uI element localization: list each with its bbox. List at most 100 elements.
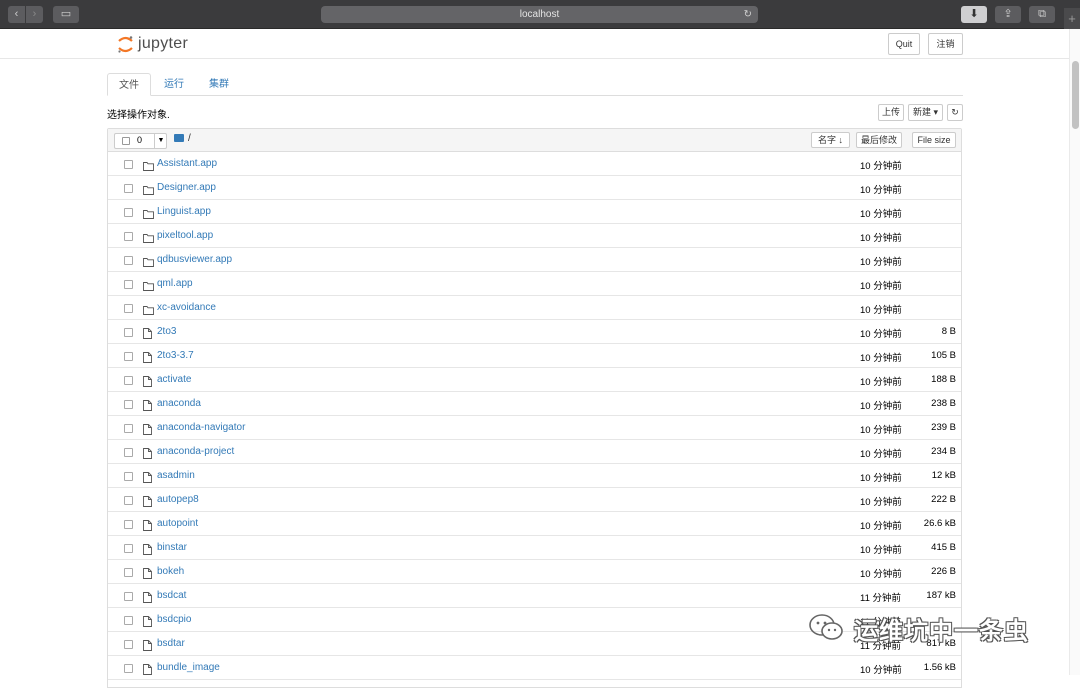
row-checkbox[interactable] xyxy=(124,544,133,553)
forward-icon[interactable]: › xyxy=(26,6,43,23)
scrollbar-thumb[interactable] xyxy=(1072,61,1079,129)
file-name-link[interactable]: bsdcpio xyxy=(157,614,191,625)
logout-button[interactable]: 注销 xyxy=(928,33,963,55)
row-checkbox[interactable] xyxy=(124,520,133,529)
tab-running[interactable]: 运行 xyxy=(157,73,191,96)
file-row[interactable]: autopep8 10 分钟前 222 B xyxy=(108,488,961,512)
row-checkbox[interactable] xyxy=(124,280,133,289)
file-row[interactable]: binstar 10 分钟前 415 B xyxy=(108,536,961,560)
new-tab-icon[interactable]: + xyxy=(1064,8,1080,29)
file-row[interactable]: 2to3-3.7 10 分钟前 105 B xyxy=(108,344,961,368)
sort-by-modified-button[interactable]: 最后修改 xyxy=(856,132,902,148)
file-name-link[interactable]: autopoint xyxy=(157,518,198,529)
file-row[interactable]: asadmin 10 分钟前 12 kB xyxy=(108,464,961,488)
file-name-link[interactable]: 2to3 xyxy=(157,326,176,337)
row-checkbox[interactable] xyxy=(124,352,133,361)
file-name-link[interactable]: bsdtar xyxy=(157,638,185,649)
file-row[interactable]: activate 10 分钟前 188 B xyxy=(108,368,961,392)
row-checkbox[interactable] xyxy=(124,208,133,217)
file-row[interactable]: Assistant.app 10 分钟前 xyxy=(108,152,961,176)
row-checkbox[interactable] xyxy=(124,328,133,337)
reload-icon[interactable]: ↻ xyxy=(744,6,752,23)
file-row[interactable]: qml.app 10 分钟前 xyxy=(108,272,961,296)
folder-icon[interactable] xyxy=(174,134,184,142)
file-name-link[interactable]: Designer.app xyxy=(157,182,216,193)
file-name-link[interactable]: bundle_image xyxy=(157,662,220,673)
file-name-link[interactable]: Assistant.app xyxy=(157,158,217,169)
file-list-header: 0 ▼ / 名字 ↓ 最后修改 File size xyxy=(108,129,961,152)
new-dropdown-button[interactable]: 新建 ▾ xyxy=(908,104,943,121)
file-name-link[interactable]: binstar xyxy=(157,542,187,553)
quit-button[interactable]: Quit xyxy=(888,33,920,55)
file-name-link[interactable]: anaconda-project xyxy=(157,446,234,457)
file-icon xyxy=(143,638,152,656)
tab-clusters[interactable]: 集群 xyxy=(202,73,236,96)
file-row[interactable]: bundle_image 10 分钟前 1.56 kB xyxy=(108,656,961,680)
file-row[interactable]: Linguist.app 10 分钟前 xyxy=(108,200,961,224)
chevron-down-icon[interactable]: ▼ xyxy=(154,134,167,148)
vertical-scrollbar[interactable] xyxy=(1069,29,1080,675)
file-modified: 11 分钟前 xyxy=(860,593,902,604)
file-size: 415 B xyxy=(931,542,956,553)
file-name-link[interactable]: Linguist.app xyxy=(157,206,211,217)
sort-by-size-button[interactable]: File size xyxy=(912,132,956,148)
sort-by-name-button[interactable]: 名字 ↓ xyxy=(811,132,850,148)
file-row[interactable]: anaconda-project 10 分钟前 234 B xyxy=(108,440,961,464)
file-name-link[interactable]: pixeltool.app xyxy=(157,230,213,241)
file-name-link[interactable]: activate xyxy=(157,374,191,385)
breadcrumb[interactable]: / xyxy=(188,133,191,144)
back-icon[interactable]: ‹ xyxy=(8,6,25,23)
file-row[interactable]: autopoint 10 分钟前 26.6 kB xyxy=(108,512,961,536)
row-checkbox[interactable] xyxy=(124,616,133,625)
row-checkbox[interactable] xyxy=(124,232,133,241)
file-name-link[interactable]: bokeh xyxy=(157,566,184,577)
jupyter-logo[interactable]: jupyter xyxy=(116,33,188,55)
row-checkbox[interactable] xyxy=(124,472,133,481)
address-bar[interactable]: localhost ↻ xyxy=(321,6,758,23)
file-name-link[interactable]: anaconda xyxy=(157,398,201,409)
tabs-overview-icon[interactable]: ⧉ xyxy=(1029,6,1055,23)
file-modified: 10 分钟前 xyxy=(860,497,902,508)
file-row[interactable]: anaconda 10 分钟前 238 B xyxy=(108,392,961,416)
file-row[interactable]: pixeltool.app 10 分钟前 xyxy=(108,224,961,248)
file-name-link[interactable]: qdbusviewer.app xyxy=(157,254,232,265)
file-row[interactable]: Designer.app 10 分钟前 xyxy=(108,176,961,200)
row-checkbox[interactable] xyxy=(124,664,133,673)
folder-icon xyxy=(143,158,154,176)
file-name-link[interactable]: asadmin xyxy=(157,470,195,481)
file-name-link[interactable]: qml.app xyxy=(157,278,193,289)
file-icon xyxy=(143,494,152,512)
download-icon[interactable]: ⬇ xyxy=(961,6,987,23)
row-checkbox[interactable] xyxy=(124,424,133,433)
sidebar-icon[interactable]: ▭ xyxy=(53,6,79,23)
row-checkbox[interactable] xyxy=(124,304,133,313)
row-checkbox[interactable] xyxy=(124,400,133,409)
file-row[interactable]: qdbusviewer.app 10 分钟前 xyxy=(108,248,961,272)
file-name-link[interactable]: anaconda-navigator xyxy=(157,422,245,433)
file-name-link[interactable]: bsdcat xyxy=(157,590,186,601)
row-checkbox[interactable] xyxy=(124,640,133,649)
row-checkbox[interactable] xyxy=(124,184,133,193)
file-row[interactable]: bokeh 10 分钟前 226 B xyxy=(108,560,961,584)
row-checkbox[interactable] xyxy=(124,568,133,577)
upload-button[interactable]: 上传 xyxy=(878,104,904,121)
select-all-checkbox[interactable] xyxy=(122,137,130,145)
file-row[interactable]: anaconda-navigator 10 分钟前 239 B xyxy=(108,416,961,440)
row-checkbox[interactable] xyxy=(124,448,133,457)
file-row[interactable]: xc-avoidance 10 分钟前 xyxy=(108,296,961,320)
row-checkbox[interactable] xyxy=(124,160,133,169)
row-checkbox[interactable] xyxy=(124,592,133,601)
row-checkbox[interactable] xyxy=(124,376,133,385)
file-name-link[interactable]: xc-avoidance xyxy=(157,302,216,313)
file-name-link[interactable]: autopep8 xyxy=(157,494,199,505)
tab-files[interactable]: 文件 xyxy=(107,73,151,96)
row-checkbox[interactable] xyxy=(124,256,133,265)
refresh-button[interactable]: ↻ xyxy=(947,104,963,121)
file-row[interactable]: bsdcat 11 分钟前 187 kB xyxy=(108,584,961,608)
file-name-link[interactable]: 2to3-3.7 xyxy=(157,350,194,361)
row-checkbox[interactable] xyxy=(124,496,133,505)
select-all-control[interactable]: 0 ▼ xyxy=(114,133,167,149)
file-icon xyxy=(143,518,152,536)
share-icon[interactable]: ⇪ xyxy=(995,6,1021,23)
file-row[interactable]: 2to3 10 分钟前 8 B xyxy=(108,320,961,344)
